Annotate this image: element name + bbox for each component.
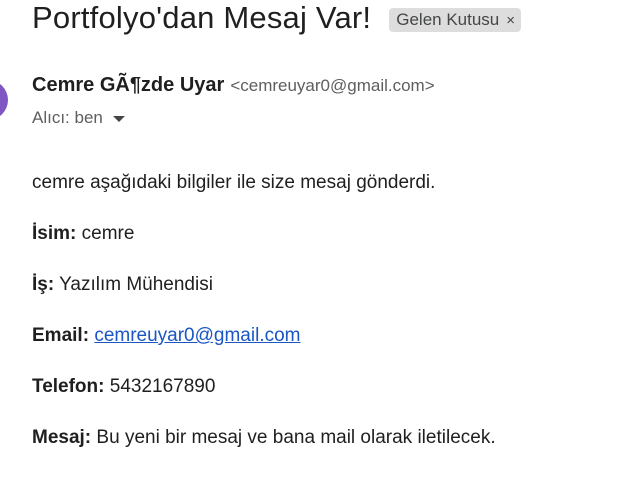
email-subject: Portfolyo'dan Mesaj Var!: [32, 0, 372, 35]
subject-row: Portfolyo'dan Mesaj Var! Gelen Kutusu ×: [32, 0, 522, 36]
remove-label-icon[interactable]: ×: [506, 12, 515, 29]
field-name-row: İsim: cemre: [32, 223, 134, 245]
sender-row: Cemre GÃ¶zde Uyar <cemreuyar0@gmail.com>: [32, 74, 435, 97]
sender-email: <cemreuyar0@gmail.com>: [230, 76, 435, 95]
field-label: Mesaj:: [32, 427, 92, 448]
field-value: Bu yeni bir mesaj ve bana mail olarak il…: [96, 427, 496, 448]
caret-down-icon[interactable]: [112, 116, 125, 122]
recipient-details-toggle[interactable]: Alıcı: ben: [32, 108, 125, 128]
field-label: İsim:: [32, 223, 77, 244]
field-value: 5432167890: [109, 376, 216, 397]
message-intro: cemre aşağıdaki bilgiler ile size mesaj …: [32, 172, 436, 193]
field-label: Email:: [32, 325, 90, 346]
field-value: Yazılım Mühendisi: [59, 274, 213, 295]
field-job-row: İş: Yazılım Mühendisi: [32, 274, 213, 296]
sender-name[interactable]: Cemre GÃ¶zde Uyar: [32, 74, 224, 97]
label-chip-text: Gelen Kutusu: [396, 10, 500, 29]
inbox-label-chip[interactable]: Gelen Kutusu ×: [389, 8, 522, 32]
field-label: İş:: [32, 274, 55, 295]
email-view: Portfolyo'dan Mesaj Var! Gelen Kutusu × …: [0, 0, 638, 481]
field-message-row: Mesaj: Bu yeni bir mesaj ve bana mail ol…: [32, 427, 496, 449]
field-email-row: Email: cemreuyar0@gmail.com: [32, 325, 301, 347]
field-value: cemre: [81, 223, 135, 244]
field-phone-row: Telefon: 5432167890: [32, 376, 215, 398]
field-label: Telefon:: [32, 376, 105, 397]
recipient-label: Alıcı: ben: [32, 108, 103, 127]
sender-avatar[interactable]: [0, 80, 8, 120]
email-link[interactable]: cemreuyar0@gmail.com: [94, 325, 300, 346]
